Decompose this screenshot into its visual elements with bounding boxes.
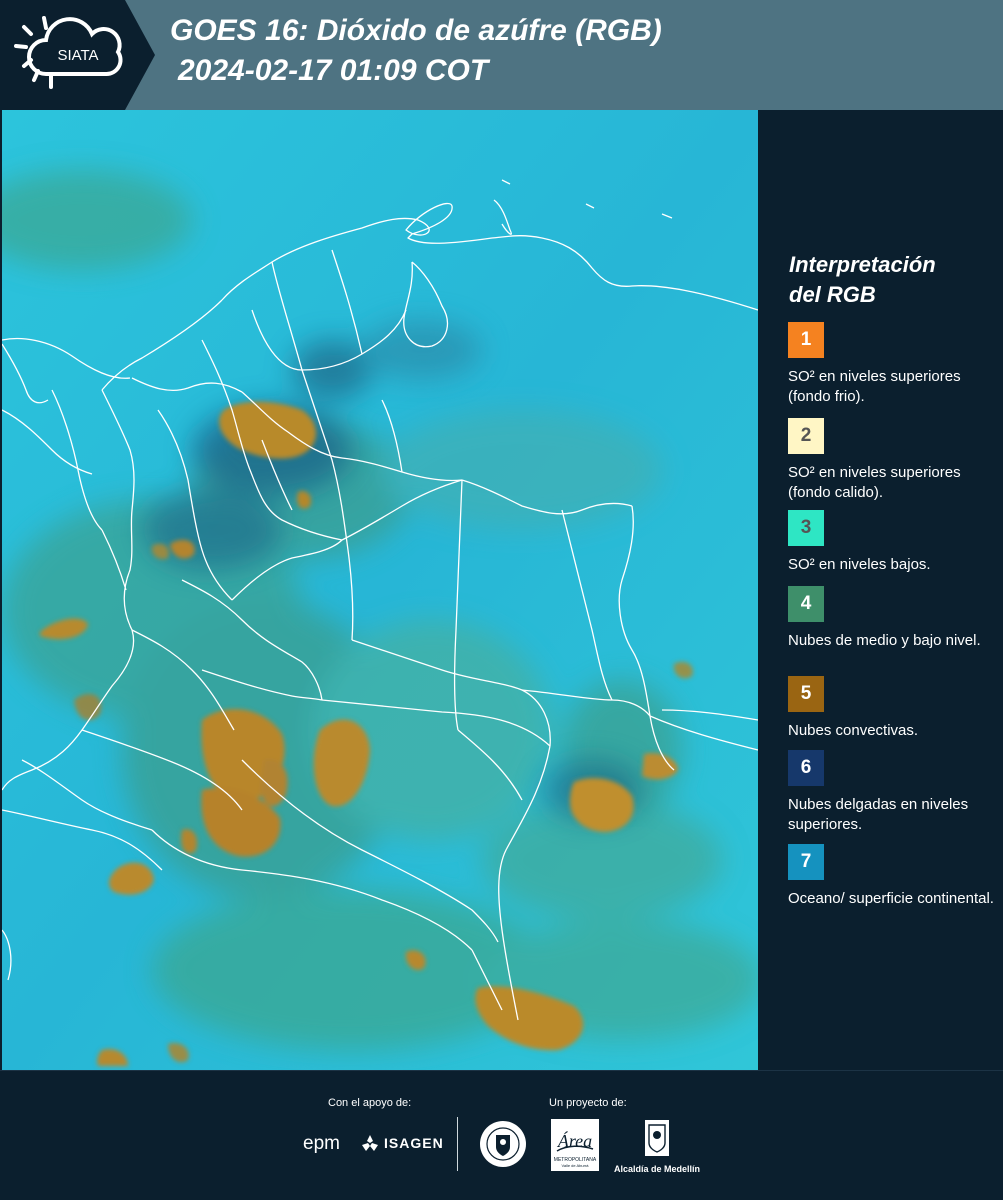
area-metropolitana-logo: Área METROPOLITANA Valle de Aburrá — [551, 1119, 599, 1171]
siata-logo-text: SIATA — [57, 47, 98, 64]
siata-logo: SIATA — [0, 0, 160, 110]
isagen-icon — [362, 1135, 378, 1151]
legend-swatch-5: 5 — [788, 676, 824, 712]
medellin-seal-icon — [478, 1119, 528, 1174]
legend-swatch-2: 2 — [788, 418, 824, 454]
legend-label-1: SO² en niveles superiores (fondo frio). — [788, 368, 961, 405]
support-label: Con el apoyo de: — [328, 1097, 412, 1109]
legend-title: Interpretación del RGB — [789, 250, 989, 310]
legend-item-4: 4 Nubes de medio y bajo nivel. — [788, 586, 998, 651]
legend-title-line2: del RGB — [789, 282, 876, 307]
legend-label-4: Nubes de medio y bajo nivel. — [788, 632, 981, 649]
isagen-label: ISAGEN — [384, 1135, 444, 1151]
footer-divider — [457, 1117, 458, 1171]
footer: Con el apoyo de: Un proyecto de: epm ISA… — [0, 1070, 1003, 1200]
legend-label-5: Nubes convectivas. — [788, 722, 919, 739]
legend-title-line1: Interpretación — [789, 252, 936, 277]
alcaldia-label: Alcaldía de Medellín — [613, 1164, 701, 1174]
page-title: GOES 16: Dióxido de azúfre (RGB) — [170, 14, 662, 47]
legend-item-1: 1 SO² en niveles superiores (fondo frio)… — [788, 322, 998, 407]
legend-item-6: 6 Nubes delgadas en niveles superiores. — [788, 750, 998, 835]
legend-swatch-1: 1 — [788, 322, 824, 358]
legend-label-3: SO² en niveles bajos. — [788, 556, 931, 573]
header: SIATA GOES 16: Dióxido de azúfre (RGB) 2… — [0, 0, 1003, 110]
legend-item-5: 5 Nubes convectivas. — [788, 676, 998, 741]
legend-label-2: SO² en niveles superiores (fondo calido)… — [788, 464, 961, 501]
legend-panel: Interpretación del RGB 1 SO² en niveles … — [760, 110, 1003, 1070]
timestamp: 2024-02-17 01:09 COT — [178, 54, 489, 87]
project-label: Un proyecto de: — [549, 1097, 627, 1109]
legend-swatch-3: 3 — [788, 510, 824, 546]
legend-item-7: 7 Oceano/ superficie continental. — [788, 844, 998, 909]
alcaldia-logo: Alcaldía de Medellín — [612, 1119, 702, 1174]
alcaldia-shield-icon — [645, 1120, 669, 1156]
area-logo-sub2: Valle de Aburrá — [561, 1163, 589, 1168]
legend-item-2: 2 SO² en niveles superiores (fondo calid… — [788, 418, 998, 503]
epm-logo: epm — [303, 1133, 340, 1154]
legend-item-3: 3 SO² en niveles bajos. — [788, 510, 998, 575]
legend-label-6: Nubes delgadas en niveles superiores. — [788, 796, 969, 833]
legend-swatch-7: 7 — [788, 844, 824, 880]
isagen-logo: ISAGEN — [360, 1133, 444, 1153]
legend-label-7: Oceano/ superficie continental. — [788, 890, 994, 907]
legend-swatch-4: 4 — [788, 586, 824, 622]
legend-swatch-6: 6 — [788, 750, 824, 786]
satellite-map[interactable] — [2, 110, 758, 1070]
